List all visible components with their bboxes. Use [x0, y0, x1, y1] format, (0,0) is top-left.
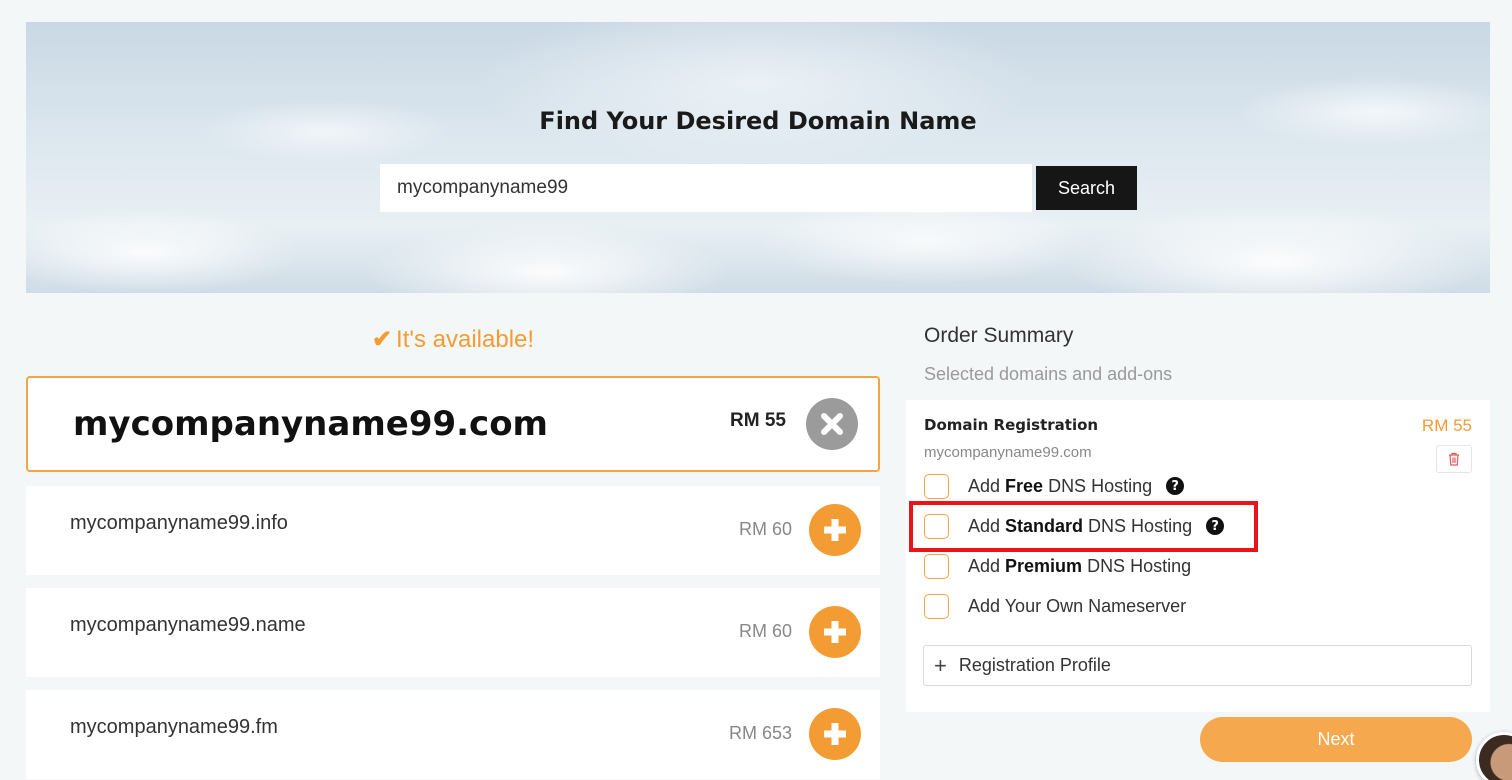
domain-search-input[interactable]	[380, 164, 1032, 212]
plus-icon	[824, 519, 846, 541]
domain-price: RM 60	[738, 519, 792, 539]
hero-banner: Find Your Desired Domain Name Search	[26, 22, 1490, 293]
selected-domain-price: RM 55	[730, 410, 786, 431]
registration-label: Domain Registration	[924, 416, 1099, 434]
question-icon[interactable]: ?	[1166, 477, 1185, 495]
registration-profile-button[interactable]: + Registration Profile	[923, 645, 1472, 686]
delete-domain-button[interactable]	[1436, 445, 1472, 473]
close-icon	[821, 413, 843, 435]
checkbox-standard-dns[interactable]	[924, 513, 949, 539]
plus-icon	[824, 723, 846, 745]
search-button[interactable]: Search	[1036, 166, 1137, 210]
option-premium-dns: Add Premium DNS Hosting	[924, 553, 1191, 579]
checkbox-own-nameserver[interactable]	[924, 593, 949, 619]
checkbox-premium-dns[interactable]	[924, 553, 949, 579]
plus-icon	[824, 621, 846, 643]
domain-name: mycompanyname99.info	[70, 512, 288, 534]
registration-domain: mycompanyname99.com	[924, 444, 1092, 461]
trash-icon	[1449, 452, 1459, 466]
chat-avatar[interactable]	[1476, 732, 1512, 780]
check-icon: ✔	[371, 326, 393, 353]
domain-name: mycompanyname99.fm	[70, 716, 278, 738]
order-summary-subtitle: Selected domains and add-ons	[924, 364, 1173, 384]
add-domain-button[interactable]	[809, 504, 861, 556]
option-own-nameserver: Add Your Own Nameserver	[924, 593, 1186, 619]
registration-price: RM 55	[1421, 416, 1472, 435]
question-icon[interactable]: ?	[1206, 517, 1225, 535]
add-domain-button[interactable]	[809, 708, 861, 760]
option-label: Add Standard DNS Hosting	[968, 515, 1193, 536]
option-free-dns: Add Free DNS Hosting ?	[924, 473, 1185, 499]
domain-row: mycompanyname99.info RM 60	[26, 486, 880, 575]
next-button[interactable]: Next	[1200, 717, 1472, 762]
domain-name: mycompanyname99.name	[70, 614, 306, 636]
option-label: Add Premium DNS Hosting	[968, 555, 1192, 576]
order-summary-title: Order Summary	[924, 324, 1074, 347]
selected-domain-name: mycompanyname99.com	[73, 404, 548, 444]
domain-row: mycompanyname99.name RM 60	[26, 588, 880, 677]
option-label: Add Free DNS Hosting	[968, 475, 1153, 496]
option-standard-dns: Add Standard DNS Hosting ?	[924, 513, 1225, 539]
option-label: Add Your Own Nameserver	[968, 595, 1187, 616]
plus-icon: +	[934, 652, 947, 678]
selected-domain-card: mycompanyname99.com RM 55	[26, 376, 880, 472]
page-title: Find Your Desired Domain Name	[539, 107, 977, 135]
domain-price: RM 653	[728, 723, 792, 743]
availability-text: It's available!	[396, 326, 535, 353]
order-summary-panel: Domain Registration RM 55 mycompanyname9…	[906, 400, 1490, 712]
checkbox-free-dns[interactable]	[924, 473, 949, 499]
availability-status: ✔ It's available!	[26, 325, 880, 354]
remove-domain-button[interactable]	[806, 398, 858, 450]
registration-profile-label: Registration Profile	[958, 655, 1111, 675]
domain-price: RM 60	[738, 621, 792, 641]
domain-row: mycompanyname99.fm RM 653	[26, 690, 880, 779]
add-domain-button[interactable]	[809, 606, 861, 658]
